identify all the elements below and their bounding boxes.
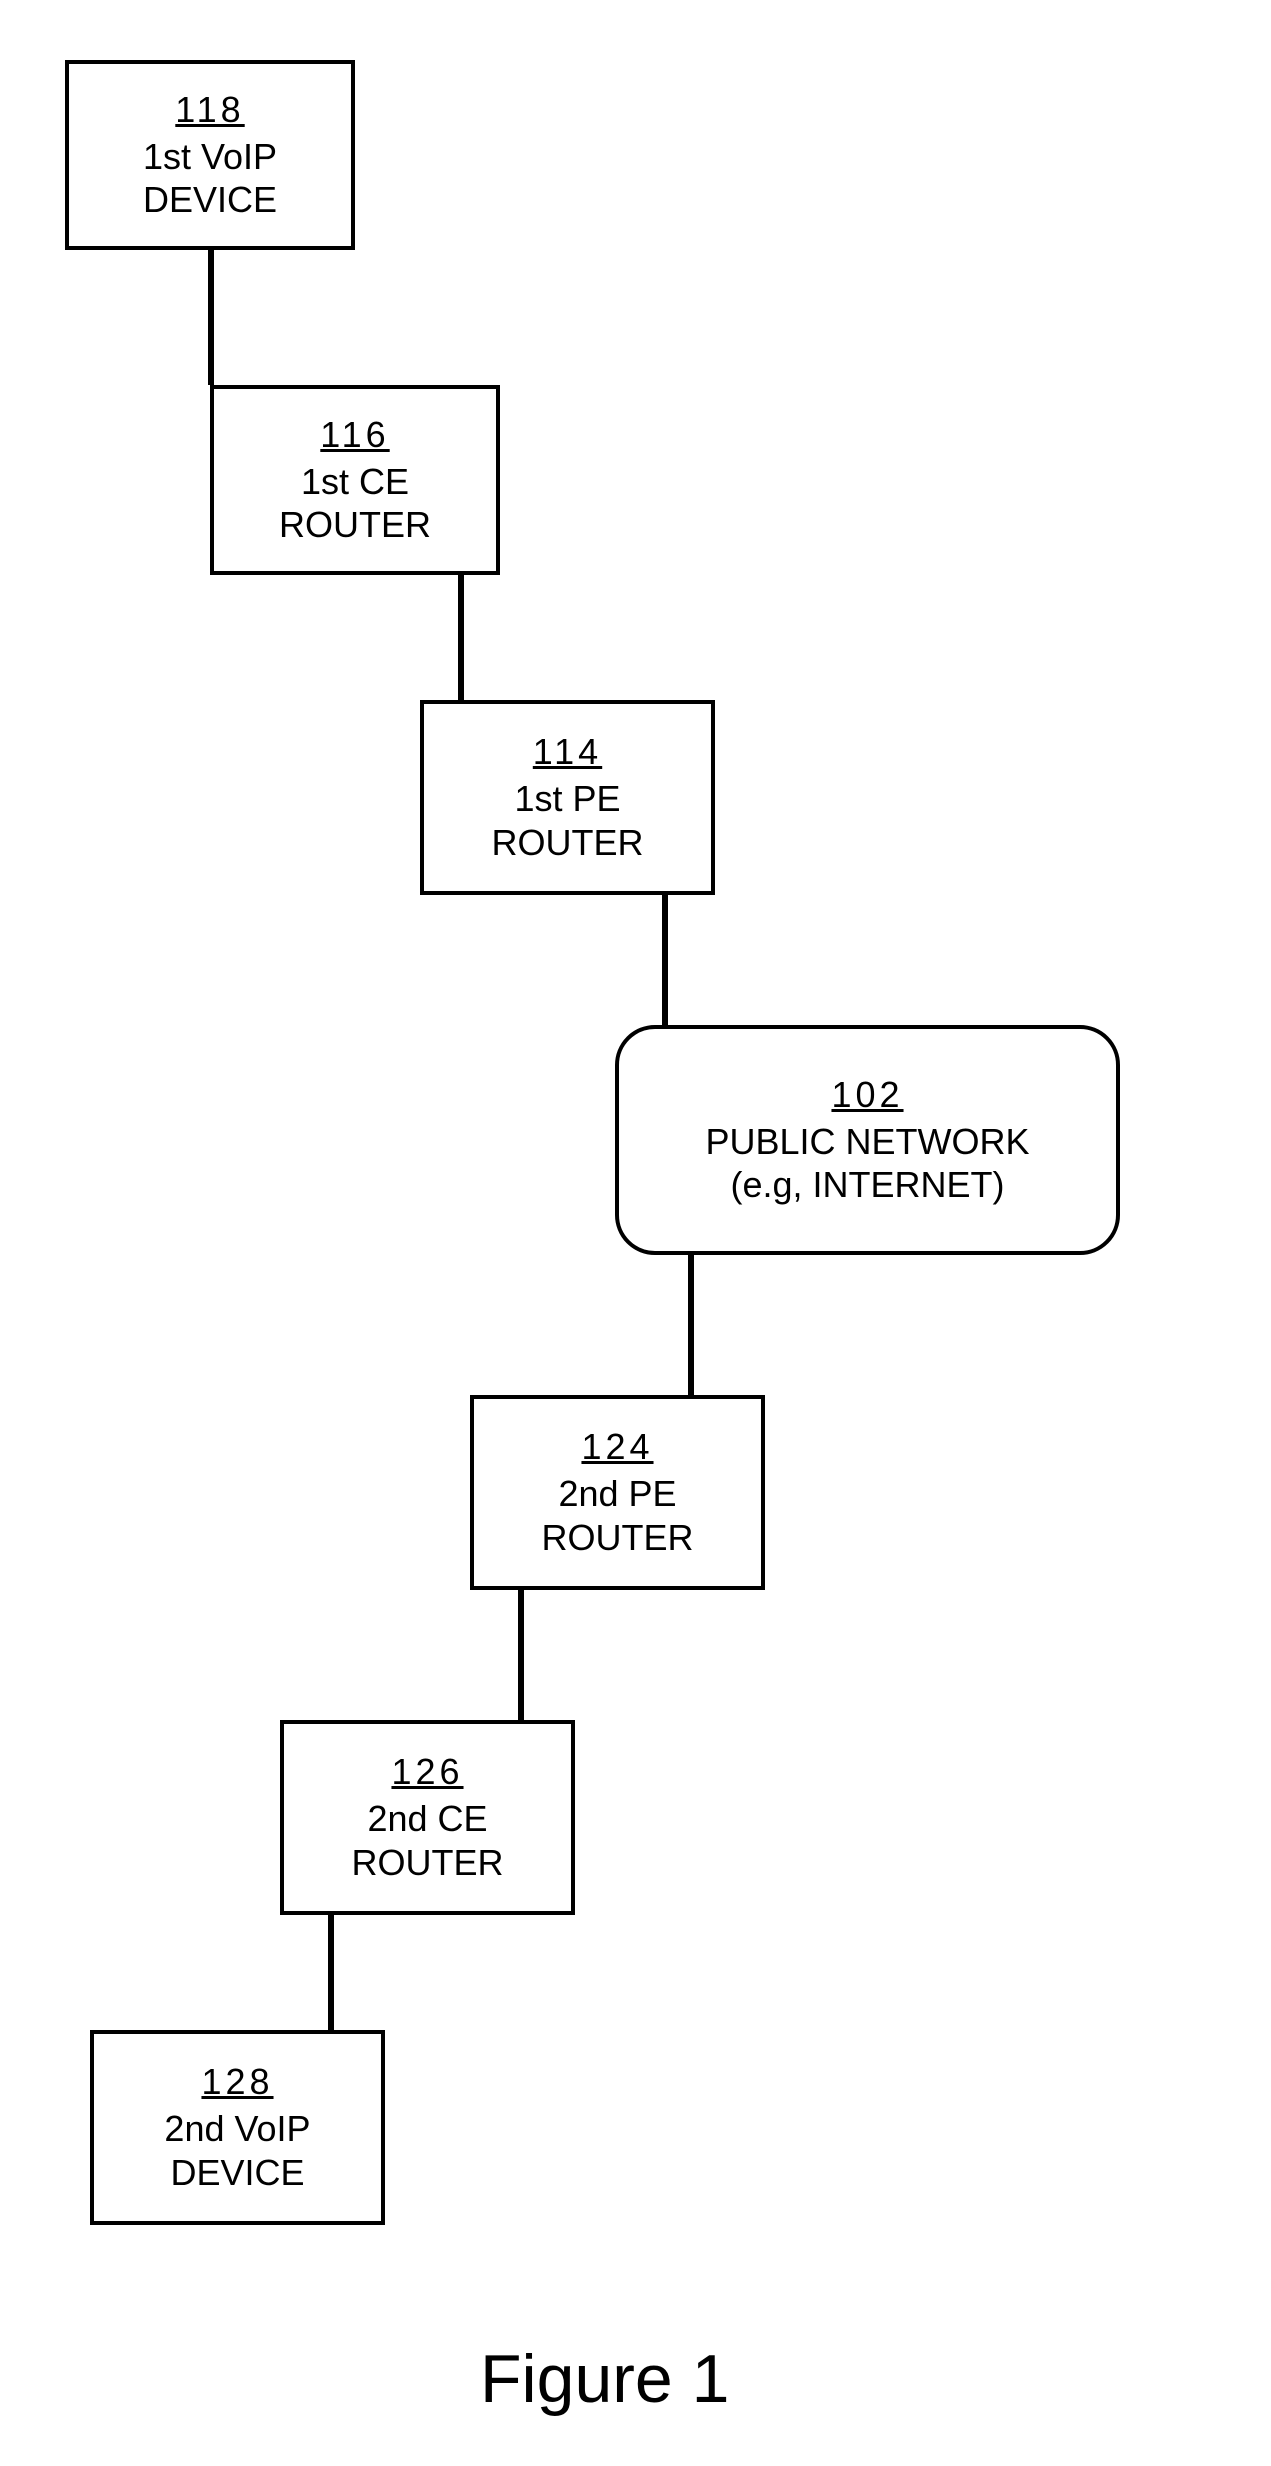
node-ref: 124 xyxy=(581,1426,653,1468)
connector xyxy=(208,250,214,385)
node-ref: 126 xyxy=(391,1751,463,1793)
node-ref: 128 xyxy=(201,2061,273,2103)
node-1st-ce-router: 116 1st CE ROUTER xyxy=(210,385,500,575)
node-public-network: 102 PUBLIC NETWORK (e.g, INTERNET) xyxy=(615,1025,1120,1255)
node-ref: 118 xyxy=(175,89,244,131)
connector xyxy=(688,1255,694,1395)
node-label: 2nd CE ROUTER xyxy=(352,1797,504,1883)
connector xyxy=(662,895,668,1025)
node-1st-voip-device: 118 1st VoIP DEVICE xyxy=(65,60,355,250)
node-ref: 114 xyxy=(533,731,602,773)
node-label: 2nd VoIP DEVICE xyxy=(164,2107,310,2193)
node-label: 1st VoIP DEVICE xyxy=(143,135,277,221)
connector xyxy=(458,575,464,700)
node-ref: 116 xyxy=(320,414,389,456)
node-label: 1st CE ROUTER xyxy=(279,460,431,546)
connector xyxy=(328,1915,334,2030)
figure-caption: Figure 1 xyxy=(480,2340,729,2418)
connector xyxy=(518,1590,524,1720)
node-2nd-ce-router: 126 2nd CE ROUTER xyxy=(280,1720,575,1915)
node-label: 2nd PE ROUTER xyxy=(542,1472,694,1558)
node-label: PUBLIC NETWORK (e.g, INTERNET) xyxy=(705,1120,1029,1206)
node-ref: 102 xyxy=(831,1074,903,1116)
node-1st-pe-router: 114 1st PE ROUTER xyxy=(420,700,715,895)
node-label: 1st PE ROUTER xyxy=(492,777,644,863)
node-2nd-pe-router: 124 2nd PE ROUTER xyxy=(470,1395,765,1590)
node-2nd-voip-device: 128 2nd VoIP DEVICE xyxy=(90,2030,385,2225)
